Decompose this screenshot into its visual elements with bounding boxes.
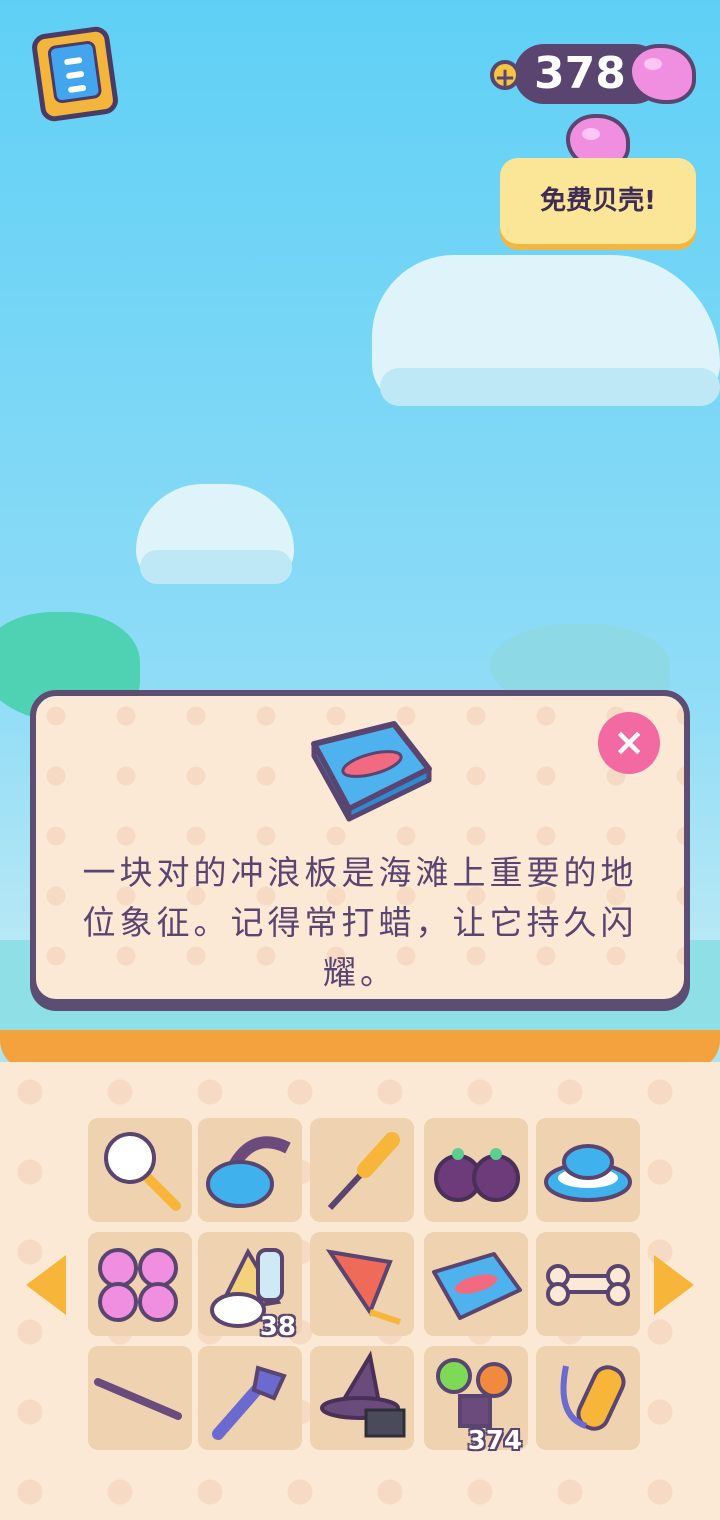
shell-count: 378 xyxy=(534,48,626,99)
fork-icon xyxy=(212,1365,287,1440)
item-count: 374 xyxy=(467,1426,522,1456)
inventory-slot[interactable] xyxy=(88,1118,192,1222)
menu-line xyxy=(65,70,85,80)
shell-coins-icon xyxy=(98,1248,178,1322)
witch-hat-icon xyxy=(320,1350,406,1438)
swim-goggles-icon xyxy=(206,1136,291,1208)
bone-icon xyxy=(546,1264,630,1306)
free-shells-button[interactable]: 免费贝壳! xyxy=(500,158,696,244)
fishing-rod-icon xyxy=(94,1378,182,1420)
inventory-slot[interactable] xyxy=(424,1232,528,1336)
berries-icon xyxy=(434,1148,520,1202)
surf-leash-icon xyxy=(560,1365,626,1431)
feather-duster-icon xyxy=(104,1132,181,1211)
inventory-slot[interactable] xyxy=(310,1118,414,1222)
menu-line xyxy=(63,56,83,66)
inventory-prev-arrow[interactable] xyxy=(26,1255,66,1315)
screwdriver-icon xyxy=(327,1132,400,1211)
inventory-slot[interactable]: 374 xyxy=(424,1346,528,1456)
item-description-text: 一块对的冲浪板是海滩上重要的地位象征。记得常打蜡，让它持久闪耀。 xyxy=(82,853,638,992)
inventory-slot[interactable] xyxy=(198,1118,302,1222)
close-dialog-button[interactable]: × xyxy=(598,712,660,774)
inventory-next-arrow[interactable] xyxy=(654,1255,694,1315)
inventory-slot[interactable] xyxy=(88,1346,192,1450)
item-count: 38 xyxy=(259,1312,296,1342)
inventory-slot[interactable] xyxy=(536,1346,640,1450)
menu-line xyxy=(67,84,87,94)
inventory-slot[interactable] xyxy=(88,1232,192,1336)
inventory-slot[interactable] xyxy=(536,1118,640,1222)
striped-rope-icon xyxy=(544,1144,632,1202)
add-shells-button[interactable]: + xyxy=(490,60,520,92)
surfboard-box-icon xyxy=(311,721,432,822)
cloud-large-base xyxy=(380,368,720,406)
inventory-slot[interactable] xyxy=(536,1232,640,1336)
kite-icon xyxy=(325,1249,401,1325)
inventory-slot[interactable]: 38 xyxy=(198,1232,302,1342)
shell-counter: + 378 xyxy=(490,44,696,104)
inventory-slot[interactable] xyxy=(198,1346,302,1450)
inventory-slot[interactable] xyxy=(310,1232,414,1336)
inventory-slot[interactable] xyxy=(424,1118,528,1222)
inventory-slot[interactable] xyxy=(310,1346,414,1450)
cloud-small-base xyxy=(140,550,292,584)
phone-screen-icon xyxy=(46,39,103,105)
menu-phone-button[interactable] xyxy=(30,25,120,123)
surfboard-box-icon xyxy=(432,1252,522,1320)
